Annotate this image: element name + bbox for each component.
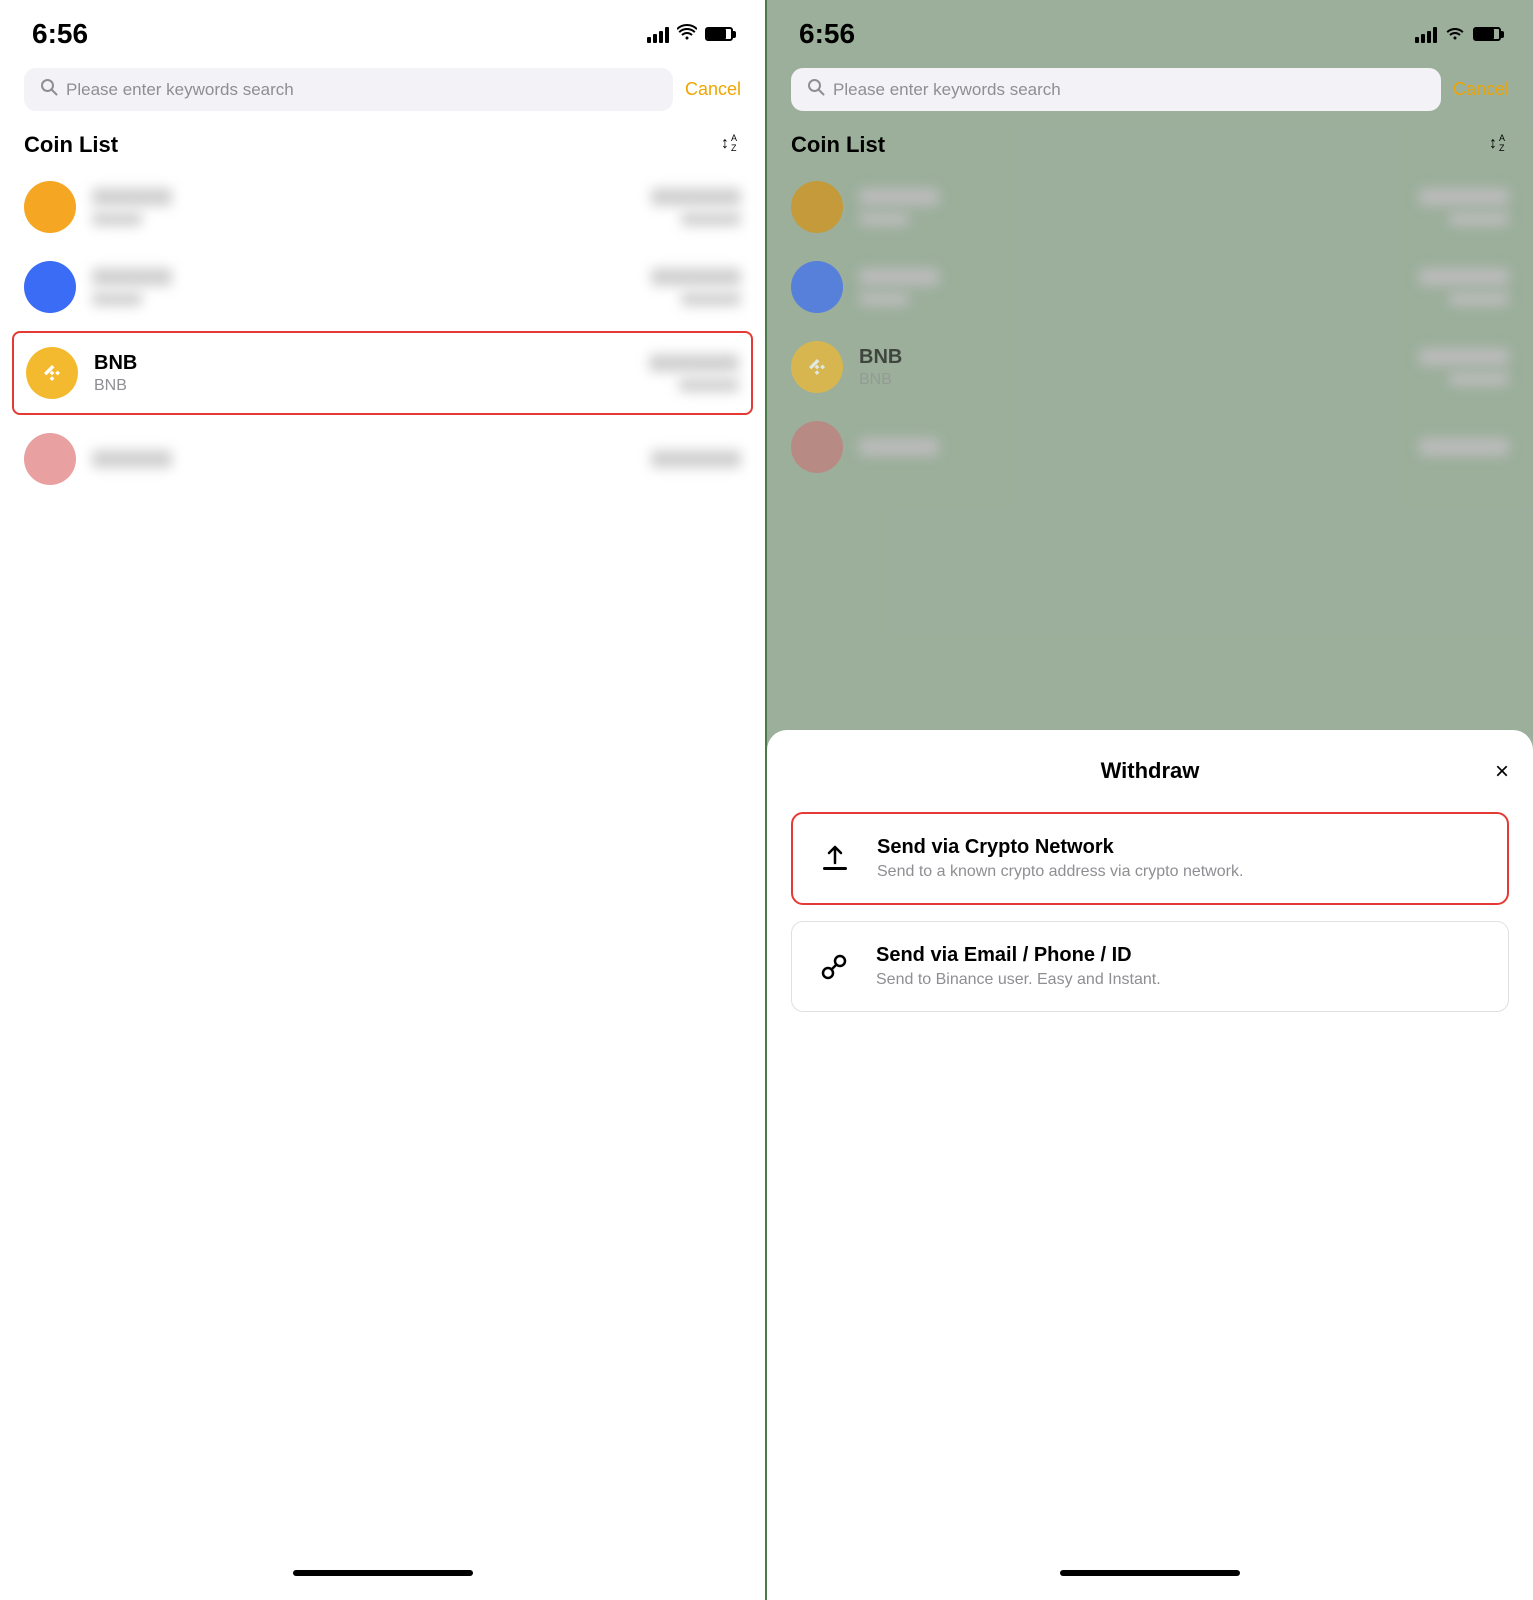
signal-icon-right — [1415, 25, 1437, 43]
list-item[interactable] — [0, 419, 765, 499]
upload-icon — [813, 837, 857, 881]
coin-logo — [791, 261, 843, 313]
home-bar-right — [1060, 1570, 1240, 1576]
crypto-network-title: Send via Crypto Network — [877, 836, 1243, 859]
cancel-button-right[interactable]: Cancel — [1453, 79, 1509, 100]
coin-list-title-left: Coin List — [24, 132, 118, 158]
bnb-list-item-right: BNB BNB — [767, 327, 1533, 407]
list-item — [767, 247, 1533, 327]
bnb-name-right: BNB — [859, 346, 1403, 369]
coin-value-blurred — [1419, 438, 1509, 456]
email-phone-text: Send via Email / Phone / ID Send to Bina… — [876, 944, 1161, 989]
dim-overlay: 6:56 — [767, 0, 1533, 750]
coin-list-left: BNB BNB — [0, 167, 765, 1554]
bnb-coin-symbol: BNB — [94, 377, 633, 395]
coin-info-blurred — [859, 188, 1403, 226]
close-button[interactable]: × — [1495, 758, 1509, 786]
status-bar-left: 6:56 — [0, 0, 765, 60]
search-input-wrapper-left[interactable]: Please enter keywords search — [24, 68, 673, 111]
coin-value-blurred — [1419, 268, 1509, 306]
wifi-icon-right — [1445, 24, 1465, 45]
search-input-wrapper-right[interactable]: Please enter keywords search — [791, 68, 1441, 111]
email-phone-title: Send via Email / Phone / ID — [876, 944, 1161, 967]
coin-logo — [791, 181, 843, 233]
bnb-coin-name: BNB — [94, 352, 633, 375]
status-time-left: 6:56 — [32, 18, 88, 50]
link-icon — [812, 945, 856, 989]
home-indicator-right — [767, 1554, 1533, 1600]
home-bar — [293, 1570, 473, 1576]
status-time-right: 6:56 — [799, 18, 855, 50]
coin-value-blurred — [1419, 188, 1509, 226]
withdraw-header: Withdraw × — [791, 758, 1509, 784]
coin-list-header-right: Coin List ↕ A Z — [767, 119, 1533, 167]
wifi-icon — [677, 24, 697, 45]
battery-icon — [705, 27, 733, 41]
crypto-network-option[interactable]: Send via Crypto Network Send to a known … — [791, 812, 1509, 905]
search-bar-left[interactable]: Please enter keywords search Cancel — [0, 60, 765, 119]
svg-text:Z: Z — [1499, 143, 1505, 153]
sort-icon-left[interactable]: ↕ A Z — [719, 131, 741, 159]
bnb-value-right — [1419, 348, 1509, 386]
battery-icon-right — [1473, 27, 1501, 41]
signal-icon — [647, 25, 669, 43]
coin-logo — [24, 433, 76, 485]
coin-logo — [24, 261, 76, 313]
bnb-symbol-right: BNB — [859, 371, 1403, 389]
status-bar-right: 6:56 — [767, 0, 1533, 60]
coin-logo — [24, 181, 76, 233]
bnb-coin-logo — [26, 347, 78, 399]
coin-info-blurred — [859, 438, 1403, 456]
svg-text:Z: Z — [731, 143, 737, 153]
list-item — [767, 167, 1533, 247]
coin-value-blurred — [651, 450, 741, 468]
withdraw-sheet: Withdraw × Send via Crypto Network Send … — [767, 730, 1533, 1600]
home-indicator-left — [0, 1554, 765, 1600]
crypto-network-desc: Send to a known crypto address via crypt… — [877, 863, 1243, 881]
coin-value-blurred — [651, 188, 741, 226]
email-phone-desc: Send to Binance user. Easy and Instant. — [876, 971, 1161, 989]
status-icons-left — [647, 24, 733, 45]
bnb-coin-logo-right — [791, 341, 843, 393]
coin-info-blurred — [92, 268, 635, 306]
coin-info-blurred — [92, 450, 635, 468]
svg-text:↕: ↕ — [721, 135, 729, 152]
coin-logo — [791, 421, 843, 473]
coin-info-blurred — [92, 188, 635, 226]
search-icon-right — [807, 78, 825, 101]
crypto-network-text: Send via Crypto Network Send to a known … — [877, 836, 1243, 881]
list-item — [767, 407, 1533, 487]
bnb-list-item[interactable]: BNB BNB — [12, 331, 753, 415]
search-input-right[interactable]: Please enter keywords search — [833, 80, 1061, 100]
search-icon-left — [40, 78, 58, 101]
right-panel: 6:56 — [767, 0, 1533, 1600]
left-panel: 6:56 — [0, 0, 765, 1600]
bnb-coin-info: BNB BNB — [94, 352, 633, 395]
svg-text:↕: ↕ — [1489, 135, 1497, 152]
coin-list-header-left: Coin List ↕ A Z — [0, 119, 765, 167]
bnb-value-blurred — [649, 354, 739, 392]
withdraw-title: Withdraw — [1101, 758, 1200, 784]
coin-list-title-right: Coin List — [791, 132, 885, 158]
email-phone-option[interactable]: Send via Email / Phone / ID Send to Bina… — [791, 921, 1509, 1012]
cancel-button-left[interactable]: Cancel — [685, 79, 741, 100]
list-item[interactable] — [0, 167, 765, 247]
svg-text:A: A — [731, 133, 737, 143]
sort-icon-right[interactable]: ↕ A Z — [1487, 131, 1509, 159]
status-icons-right — [1415, 24, 1501, 45]
bnb-coin-info-right: BNB BNB — [859, 346, 1403, 389]
coin-value-blurred — [651, 268, 741, 306]
search-input-left[interactable]: Please enter keywords search — [66, 80, 294, 100]
list-item[interactable] — [0, 247, 765, 327]
search-bar-right[interactable]: Please enter keywords search Cancel — [767, 60, 1533, 119]
coin-info-blurred — [859, 268, 1403, 306]
svg-text:A: A — [1499, 133, 1505, 143]
